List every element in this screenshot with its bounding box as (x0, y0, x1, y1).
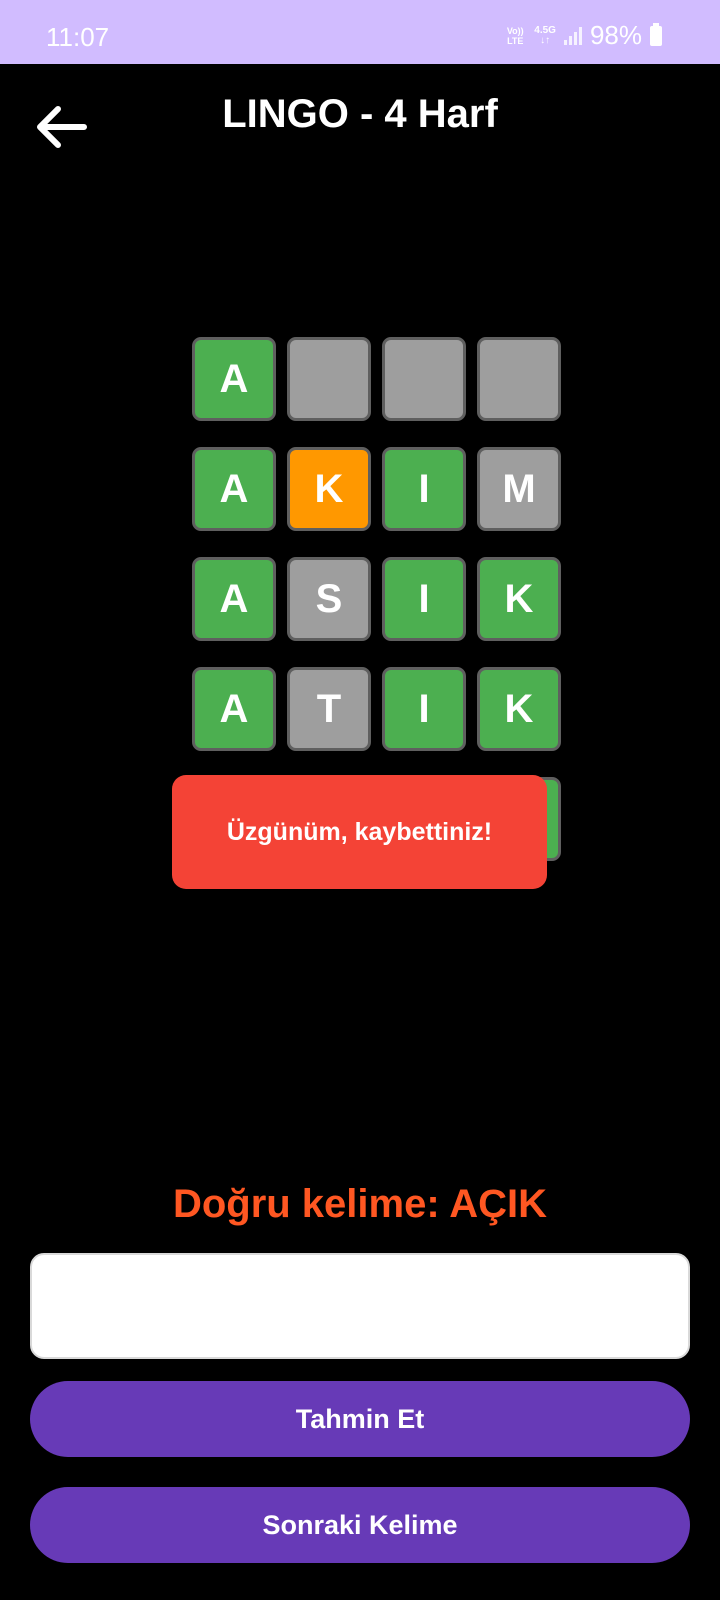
letter-tile: A (192, 667, 276, 751)
correct-word-text: Doğru kelime: AÇIK (172, 1182, 548, 1226)
letter-tile: K (477, 557, 561, 641)
letter-tile: A (192, 447, 276, 531)
letter-tile (477, 337, 561, 421)
guess-button[interactable]: Tahmin Et (30, 1381, 690, 1457)
network-type: 4.5G ↓↑ (534, 24, 556, 46)
network-indicator: Vo)) LTE (504, 26, 526, 46)
letter-tile: T (287, 667, 371, 751)
status-time: 11:07 (46, 22, 110, 52)
lose-toast: Üzgünüm, kaybettiniz! (172, 775, 547, 889)
letter-tile (287, 337, 371, 421)
battery-level: 98% (589, 20, 642, 50)
status-indicators: Vo)) LTE 4.5G ↓↑ 98% (504, 20, 662, 51)
next-word-button[interactable]: Sonraki Kelime (30, 1487, 690, 1563)
page-title: LINGO - 4 Harf (222, 92, 498, 136)
letter-tile: A (192, 337, 276, 421)
toast-message: Üzgünüm, kaybettiniz! (226, 817, 493, 846)
letter-tile: K (477, 667, 561, 751)
volte-label: Vo)) LTE (506, 25, 524, 46)
guess-input[interactable] (30, 1253, 690, 1359)
signal-icon (563, 26, 582, 45)
next-word-button-label: Sonraki Kelime (262, 1509, 458, 1540)
letter-tile: I (382, 667, 466, 751)
guess-button-label: Tahmin Et (295, 1403, 425, 1434)
letter-tile: M (477, 447, 561, 531)
status-bar: 11:07 Vo)) LTE 4.5G ↓↑ 98% (0, 0, 720, 64)
letter-tile: S (287, 557, 371, 641)
battery-icon (650, 22, 662, 46)
letter-tile: K (287, 447, 371, 531)
data-arrows-icon: ↓↑ (540, 34, 551, 46)
letter-tile: I (382, 447, 466, 531)
letter-tile: I (382, 557, 466, 641)
letter-tile: A (192, 557, 276, 641)
letter-tile (382, 337, 466, 421)
network-type-label: 4.5G (534, 24, 556, 36)
